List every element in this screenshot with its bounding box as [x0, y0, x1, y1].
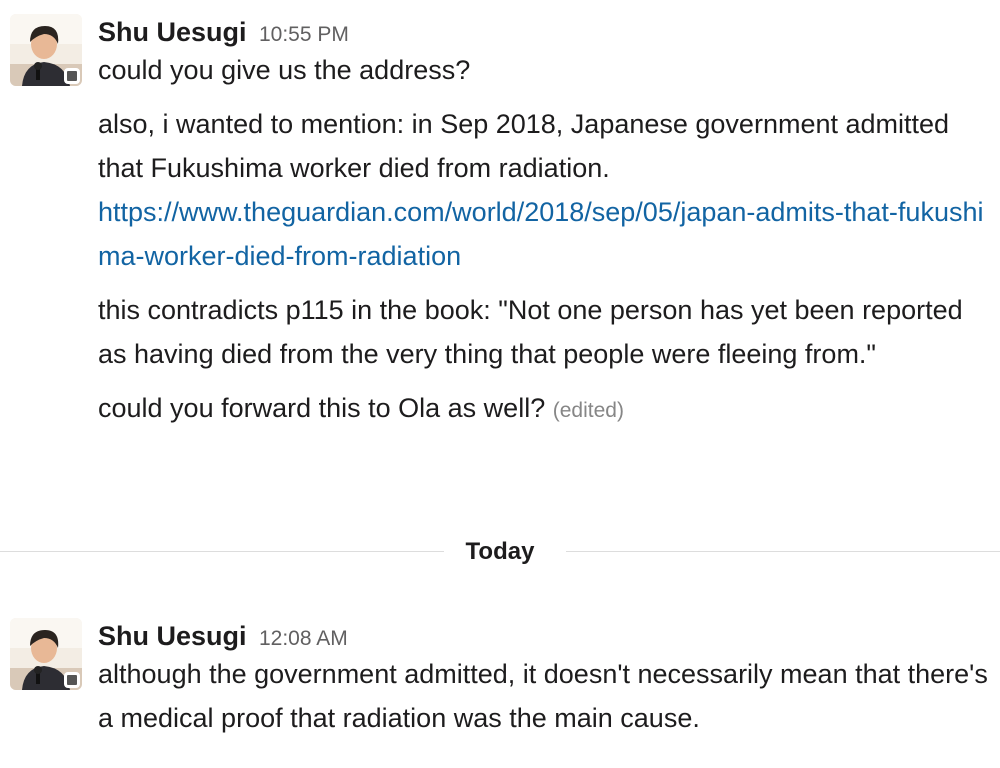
message-header: Shu Uesugi 12:08 AM — [98, 620, 994, 652]
message-text: could you give us the address? — [98, 55, 471, 85]
message-timestamp[interactable]: 10:55 PM — [259, 23, 349, 46]
message-content: Shu Uesugi 10:55 PM could you give us th… — [98, 16, 994, 433]
message-text: this contradicts p115 in the book: "Not … — [98, 295, 963, 369]
sender-name[interactable]: Shu Uesugi — [98, 17, 247, 47]
sender-name[interactable]: Shu Uesugi — [98, 621, 247, 651]
day-divider: Today — [0, 529, 1000, 575]
guardian-article-link[interactable]: https://www.theguardian.com/world/2018/s… — [98, 197, 983, 271]
message-text: could you forward this to Ola as well? (… — [98, 386, 994, 433]
avatar[interactable] — [10, 618, 82, 690]
message-timestamp[interactable]: 12:08 AM — [259, 627, 348, 650]
presence-away-icon — [64, 672, 80, 688]
message-header: Shu Uesugi 10:55 PM — [98, 16, 994, 48]
avatar[interactable] — [10, 14, 82, 86]
day-divider-label[interactable]: Today — [0, 529, 1000, 575]
presence-away-icon — [64, 68, 80, 84]
message-text-body: could you forward this to Ola as well? — [98, 393, 546, 423]
message-text: also, i wanted to mention: in Sep 2018, … — [98, 102, 994, 278]
message-content: Shu Uesugi 12:08 AM although the governm… — [98, 620, 994, 740]
message-text-body: also, i wanted to mention: in Sep 2018, … — [98, 109, 950, 183]
edited-label: (edited) — [552, 399, 624, 422]
message-text: although the government admitted, it doe… — [98, 659, 988, 733]
